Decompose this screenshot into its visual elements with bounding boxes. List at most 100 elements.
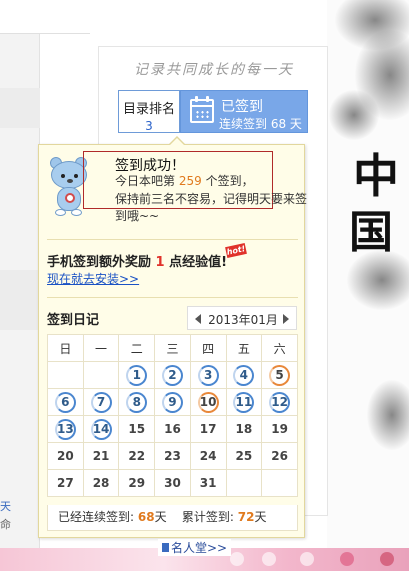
signed-in-title: 已签到 bbox=[221, 99, 263, 115]
popup-divider bbox=[47, 297, 298, 298]
calendar-week-row: 27 28 29 30 31 bbox=[47, 469, 298, 497]
calendar-cell: 9 bbox=[154, 388, 191, 416]
calendar-cell: 3 bbox=[189, 361, 227, 389]
calendar-day[interactable]: 27 bbox=[55, 473, 76, 494]
calendar-day[interactable]: 16 bbox=[162, 419, 183, 440]
calendar-day[interactable]: 17 bbox=[198, 419, 219, 440]
weekday-header: 日 bbox=[47, 334, 84, 362]
success-title: 签到成功！ bbox=[115, 158, 185, 174]
rank-label: 目录排名 bbox=[122, 102, 175, 117]
calendar-cell: 16 bbox=[154, 415, 191, 443]
calendar-cell: 24 bbox=[189, 442, 227, 470]
calendar-day[interactable]: 31 bbox=[198, 473, 219, 494]
calendar-week-row: 20 21 22 23 24 25 26 bbox=[47, 442, 298, 470]
highlight-day[interactable]: 5 bbox=[269, 364, 291, 386]
left-edge-text[interactable]: 天 bbox=[0, 498, 11, 514]
signed-day[interactable]: 13 bbox=[54, 418, 76, 440]
signed-day[interactable]: 3 bbox=[197, 364, 219, 386]
directory-rank-box[interactable]: 目录排名 3 bbox=[118, 90, 180, 133]
total-label: 累计签到: bbox=[181, 510, 234, 524]
signed-day[interactable]: 11 bbox=[233, 391, 255, 413]
rank-value[interactable]: 3 bbox=[119, 119, 179, 133]
total-value: 72 bbox=[237, 510, 255, 524]
calendar-day[interactable]: 20 bbox=[55, 446, 76, 467]
calendar-cell: 8 bbox=[118, 388, 156, 416]
calendar-cell: 7 bbox=[82, 388, 120, 416]
month-navigator: 2013年01月 bbox=[187, 306, 297, 330]
calendar-day[interactable]: 18 bbox=[233, 419, 254, 440]
left-content-column bbox=[0, 0, 40, 571]
install-now-link[interactable]: 现在就去安装>> bbox=[47, 270, 139, 287]
signed-day[interactable]: 7 bbox=[90, 391, 112, 413]
sign-calendar: 日一二三四五六 1 2 3 4 5 6 7 8 9 10 11 12 13 14 15 16 17 18 19 20 2… bbox=[47, 334, 298, 497]
calendar-day[interactable]: 28 bbox=[91, 473, 112, 494]
calendar-cell: 31 bbox=[189, 469, 227, 497]
calendar-cell bbox=[261, 469, 298, 497]
calendar-cell: 23 bbox=[154, 442, 191, 470]
sign-stats: 已经连续签到: 68天 累计签到: 72天 bbox=[47, 505, 298, 531]
signed-day[interactable]: 12 bbox=[269, 391, 291, 413]
signed-day[interactable]: 4 bbox=[233, 364, 255, 386]
calendar-cell: 12 bbox=[261, 388, 298, 416]
calendar-cell: 18 bbox=[225, 415, 263, 443]
calendar-week-row: 13 14 15 16 17 18 19 bbox=[47, 415, 298, 443]
sign-in-success-popup: 签到成功！ 今日本吧第 259 个签到， 保持前三名不容易，记得明天要来签 到哦… bbox=[38, 136, 308, 538]
signed-day[interactable]: 8 bbox=[126, 391, 148, 413]
calendar-cell: 13 bbox=[47, 415, 84, 443]
calendar-day[interactable]: 29 bbox=[126, 473, 147, 494]
signed-day[interactable]: 2 bbox=[161, 364, 183, 386]
month-label: 2013年01月 bbox=[208, 313, 278, 327]
calendar-cell: 29 bbox=[118, 469, 156, 497]
calendar-cell: 11 bbox=[225, 388, 263, 416]
left-header-block bbox=[0, 0, 90, 34]
hall-of-fame-link[interactable]: 名人堂>> bbox=[158, 539, 232, 556]
signed-in-button[interactable]: 已签到 连续签到 68 天 bbox=[180, 90, 308, 133]
calendar-day[interactable]: 26 bbox=[269, 446, 290, 467]
calendar-day[interactable]: 15 bbox=[126, 419, 147, 440]
calendar-cell: 27 bbox=[47, 469, 84, 497]
calendar-cell bbox=[47, 361, 84, 389]
calendar-cell: 5 bbox=[261, 361, 298, 389]
calendar-cell: 2 bbox=[154, 361, 191, 389]
streak-value: 68 bbox=[137, 510, 155, 524]
calendar-day[interactable]: 19 bbox=[269, 419, 290, 440]
calendar-cell: 17 bbox=[189, 415, 227, 443]
calendar-cell: 22 bbox=[118, 442, 156, 470]
calendar-day[interactable]: 30 bbox=[162, 473, 183, 494]
calendar-day[interactable]: 24 bbox=[198, 446, 219, 467]
weekday-header: 三 bbox=[154, 334, 191, 362]
left-strip bbox=[0, 270, 40, 330]
calendar-cell bbox=[82, 361, 120, 389]
calendar-day[interactable]: 21 bbox=[91, 446, 112, 467]
weekday-header: 五 bbox=[225, 334, 263, 362]
weekday-header: 四 bbox=[189, 334, 227, 362]
highlight-day[interactable]: 10 bbox=[197, 391, 219, 413]
calendar-cell: 4 bbox=[225, 361, 263, 389]
rank-message: 今日本吧第 259 个签到， bbox=[115, 174, 254, 188]
calendar-cell: 10 bbox=[189, 388, 227, 416]
calendar-cell: 1 bbox=[118, 361, 156, 389]
signed-day[interactable]: 14 bbox=[90, 418, 112, 440]
calendar-cell: 25 bbox=[225, 442, 263, 470]
calendar-cell: 21 bbox=[82, 442, 120, 470]
calendar-cell: 30 bbox=[154, 469, 191, 497]
calendar-cell: 26 bbox=[261, 442, 298, 470]
advice-line-2: 到哦~~ bbox=[115, 209, 160, 223]
advice-line-1: 保持前三名不容易，记得明天要来签 bbox=[115, 192, 308, 206]
left-edge-text: 命 bbox=[0, 518, 11, 531]
calendar-cell: 20 bbox=[47, 442, 84, 470]
daily-rank-number: 259 bbox=[178, 174, 202, 188]
next-month-icon[interactable] bbox=[283, 314, 289, 324]
weekday-header: 一 bbox=[82, 334, 120, 362]
weekday-header: 二 bbox=[118, 334, 156, 362]
calendar-cell: 6 bbox=[47, 388, 84, 416]
signed-day[interactable]: 9 bbox=[161, 391, 183, 413]
calendar-day[interactable]: 25 bbox=[233, 446, 254, 467]
prev-month-icon[interactable] bbox=[195, 314, 201, 324]
calendar-icon bbox=[190, 96, 214, 123]
signed-day[interactable]: 1 bbox=[126, 364, 148, 386]
signed-day[interactable]: 6 bbox=[54, 391, 76, 413]
mobile-promo-text: 手机签到额外奖励 1 点经验值! bbox=[47, 255, 228, 270]
calendar-day[interactable]: 23 bbox=[162, 446, 183, 467]
calendar-day[interactable]: 22 bbox=[126, 446, 147, 467]
